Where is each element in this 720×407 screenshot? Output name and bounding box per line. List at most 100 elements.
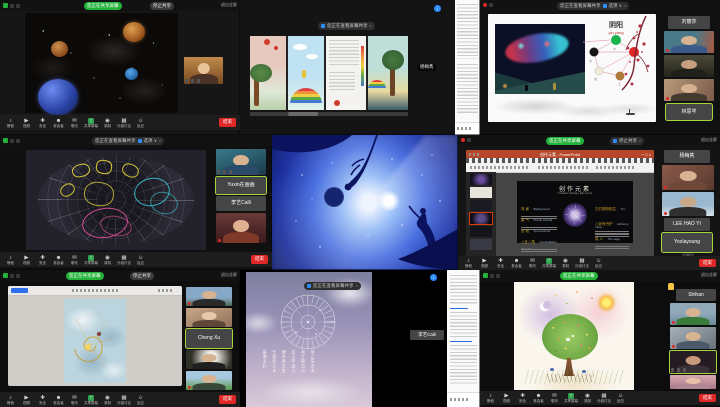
- toolbar-breakout-button[interactable]: ▦分组讨论: [117, 118, 131, 128]
- toolbar-participants-button[interactable]: ☻参会者: [532, 393, 545, 403]
- toolbar-reactions-button[interactable]: ☺反应: [134, 118, 147, 128]
- slide-thumbnail-selected[interactable]: [470, 213, 492, 224]
- toolbar-breakout-button[interactable]: ▦分组讨论: [575, 258, 589, 268]
- chat-link[interactable]: [450, 341, 472, 342]
- participant-video[interactable]: [186, 350, 232, 369]
- powerpoint-window[interactable]: 创作元素 - PowerPoint ─ □ × 创作元素 Creative De…: [466, 150, 654, 256]
- toolbar-record-button[interactable]: ◉录制: [559, 258, 572, 268]
- toolbar-mute-button[interactable]: ♪静音: [4, 395, 17, 405]
- close-icon[interactable]: ×: [639, 139, 641, 143]
- participant-name-box-active[interactable]: Cheng Xu: [186, 329, 232, 348]
- exit-fullscreen-button[interactable]: 退出全屏: [701, 273, 717, 277]
- toolbar-mute-button[interactable]: ♪静音: [4, 118, 17, 128]
- quick-access-icons[interactable]: [469, 153, 481, 156]
- participant-video[interactable]: [664, 55, 714, 77]
- participant-name-box-active[interactable]: Yuxin在画画: [216, 177, 266, 194]
- chat-panel[interactable]: [447, 270, 480, 407]
- toolbar-breakout-button[interactable]: ▦分组讨论: [117, 395, 131, 405]
- participant-name-box[interactable]: LEE HAO YI: [664, 218, 710, 231]
- participant-video[interactable]: [216, 213, 266, 243]
- toolbar-video-button[interactable]: ▶视频: [20, 255, 33, 265]
- toolbar-security-button[interactable]: ✚安全: [494, 258, 507, 268]
- toolbar-mute-button[interactable]: ♪静音: [4, 255, 17, 265]
- participant-name-box[interactable]: 刘丽莎: [668, 16, 710, 29]
- participant-name-box-active[interactable]: 林思岑: [666, 104, 712, 120]
- info-button[interactable]: i: [434, 5, 441, 12]
- viewing-banner[interactable]: 您正在查看屏幕共享 选项 ∨ ×: [557, 2, 629, 10]
- toolbar-record-button[interactable]: ◉录制: [101, 395, 114, 405]
- chat-input[interactable]: [455, 122, 480, 135]
- end-meeting-button[interactable]: 结束: [699, 259, 716, 268]
- close-icon[interactable]: ×: [370, 24, 372, 28]
- participant-name-box-active[interactable]: Yoolayoung: [662, 233, 712, 252]
- toolbar-share-button[interactable]: ↑共享屏幕: [84, 395, 98, 405]
- participant-video[interactable]: [662, 165, 714, 190]
- participant-video[interactable]: [186, 287, 232, 306]
- chat-input[interactable]: [447, 392, 480, 407]
- viewing-banner[interactable]: 您正在查看屏幕共享 选项 ∨ ×: [92, 137, 164, 145]
- app-zoom-control[interactable]: [158, 289, 174, 292]
- slide-thumbnail[interactable]: [470, 200, 492, 211]
- toolbar-chat-button[interactable]: ✉聊天: [526, 258, 539, 268]
- toolbar-record-button[interactable]: ◉录制: [101, 118, 114, 128]
- chat-panel[interactable]: [455, 0, 480, 135]
- window-controls[interactable]: ─ □ ×: [641, 152, 651, 157]
- participant-name-box[interactable]: 李艺Calli: [216, 196, 266, 211]
- scrollbar-thumb[interactable]: [288, 112, 318, 116]
- participant-name-box[interactable]: 杨梅隽: [664, 150, 710, 163]
- toolbar-participants-button[interactable]: ☻参会者: [52, 118, 65, 128]
- info-button[interactable]: i: [430, 274, 437, 281]
- toolbar-security-button[interactable]: ✚安全: [36, 255, 49, 265]
- toolbar-mute-button[interactable]: ♪静音: [462, 258, 475, 268]
- toolbar-video-button[interactable]: ▶视频: [20, 118, 33, 128]
- toolbar-record-button[interactable]: ◉录制: [101, 255, 114, 265]
- toolbar-share-button[interactable]: ↑共享屏幕: [84, 118, 98, 128]
- toolbar-security-button[interactable]: ✚安全: [36, 395, 49, 405]
- slide-thumbnail[interactable]: [470, 226, 492, 237]
- chat-link[interactable]: [450, 308, 468, 309]
- end-meeting-button[interactable]: 结束: [219, 395, 236, 404]
- ppt-titlebar[interactable]: 创作元素 - PowerPoint ─ □ ×: [466, 150, 654, 158]
- toolbar-share-button[interactable]: ↑共享屏幕: [564, 393, 578, 403]
- exit-fullscreen-button[interactable]: 退出全屏: [701, 138, 717, 142]
- toolbar-reactions-button[interactable]: ☺反应: [614, 393, 627, 403]
- participant-video-active[interactable]: [670, 351, 716, 373]
- toolbar-breakout-button[interactable]: ▦分组讨论: [597, 393, 611, 403]
- participant-video[interactable]: [662, 192, 714, 216]
- participant-name-box[interactable]: 李艺Calli: [410, 330, 444, 340]
- stop-share-button[interactable]: 停止共享: [130, 272, 154, 280]
- toolbar-chat-button[interactable]: ✉聊天: [68, 255, 81, 265]
- meeting-pill[interactable]: 停止共享 ×: [610, 137, 644, 145]
- participant-video[interactable]: [184, 57, 223, 84]
- participant-name-box[interactable]: Shihan: [676, 289, 716, 301]
- end-meeting-button[interactable]: 结束: [699, 394, 716, 403]
- slide-thumbnail[interactable]: [470, 174, 492, 185]
- scrollbar[interactable]: [250, 112, 408, 116]
- participant-video[interactable]: [664, 31, 714, 53]
- toolbar-participants-button[interactable]: ☻参会者: [52, 255, 65, 265]
- toolbar-participants-button[interactable]: ☻参会者: [52, 395, 65, 405]
- toolbar-chat-button[interactable]: ✉聊天: [68, 395, 81, 405]
- toolbar-video-button[interactable]: ▶视频: [500, 393, 513, 403]
- participant-video[interactable]: [664, 79, 714, 101]
- participant-video[interactable]: [186, 308, 232, 327]
- toolbar-chat-button[interactable]: ✉聊天: [548, 393, 561, 403]
- app-toolbar-icons[interactable]: [72, 289, 118, 292]
- slide-thumbnail[interactable]: [470, 187, 492, 198]
- toolbar-record-button[interactable]: ◉录制: [581, 393, 594, 403]
- participant-video[interactable]: [216, 149, 266, 175]
- meeting-info-cluster[interactable]: [483, 273, 500, 278]
- close-icon[interactable]: ×: [159, 139, 161, 143]
- toolbar-security-button[interactable]: ✚安全: [36, 118, 49, 128]
- meeting-info-cluster[interactable]: [3, 273, 20, 278]
- participant-video[interactable]: [670, 375, 716, 389]
- participant-video[interactable]: [670, 303, 716, 325]
- toolbar-video-button[interactable]: ▶视频: [20, 395, 33, 405]
- meeting-info-cluster[interactable]: [3, 3, 20, 8]
- viewing-banner[interactable]: 您正在查看屏幕共享 ×: [304, 282, 361, 290]
- close-icon[interactable]: ×: [356, 284, 358, 288]
- toolbar-participants-button[interactable]: ☻参会者: [510, 258, 523, 268]
- participant-video[interactable]: [670, 327, 716, 349]
- app-toolbar[interactable]: [8, 286, 182, 296]
- shared-app-window[interactable]: [8, 286, 182, 386]
